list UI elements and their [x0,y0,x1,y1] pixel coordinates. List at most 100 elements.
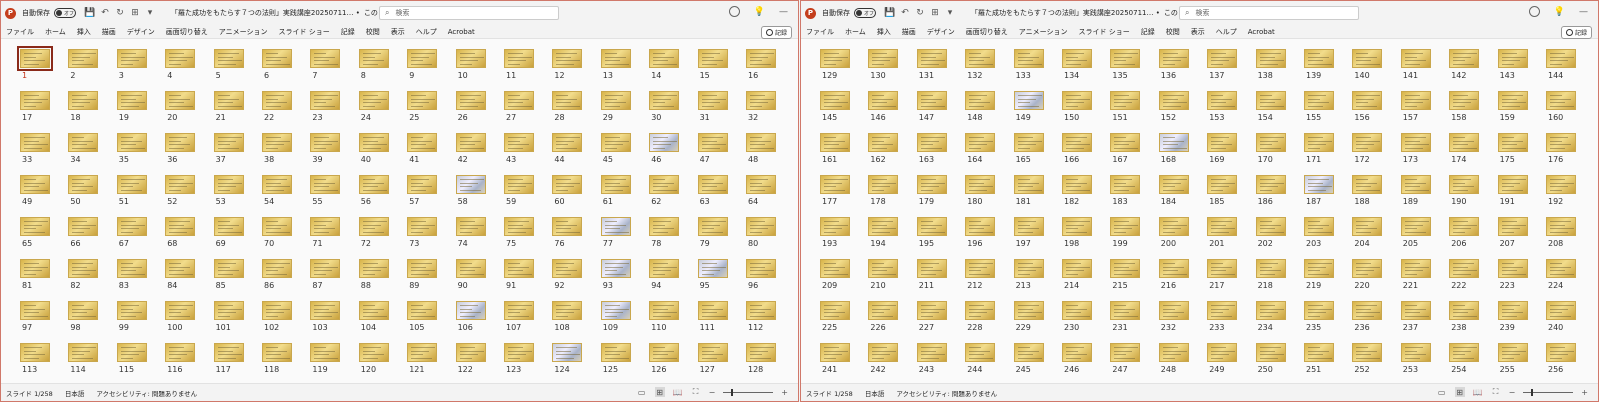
slide-thumbnail-71[interactable]: 71 [310,217,358,259]
slide-preview[interactable] [1546,259,1576,278]
slide-thumbnail-70[interactable]: 70 [262,217,310,259]
slide-preview[interactable] [1304,301,1334,320]
slide-thumbnail-20[interactable]: 20 [165,91,213,133]
slide-thumbnail-209[interactable]: 209 [820,259,868,301]
slide-thumbnail-117[interactable]: 117 [213,343,262,385]
slide-preview[interactable] [1158,217,1189,236]
slide-thumbnail-82[interactable]: 82 [68,259,116,301]
slide-preview[interactable] [552,259,583,278]
slide-preview[interactable] [746,217,776,236]
slide-preview[interactable] [262,217,292,236]
slide-thumbnail-68[interactable]: 68 [165,217,213,259]
slide-thumbnail-218[interactable]: 218 [1255,259,1304,301]
slide-thumbnail-149[interactable]: 149 [1013,91,1062,133]
slide-preview[interactable] [1110,133,1141,152]
slide-thumbnail-236[interactable]: 236 [1352,301,1400,343]
slide-preview[interactable] [1352,49,1383,68]
zoom-out-icon[interactable]: − [709,388,716,397]
search-box[interactable]: ⌕ 検索 [1179,6,1359,20]
slide-preview[interactable] [600,217,631,236]
slide-preview[interactable] [697,343,728,362]
slide-thumbnail-103[interactable]: 103 [310,301,358,343]
slide-preview[interactable] [965,133,996,152]
slide-thumbnail-41[interactable]: 41 [407,133,455,175]
slide-preview[interactable] [965,259,996,278]
slide-preview[interactable] [407,343,438,362]
slide-thumbnail-65[interactable]: 65 [20,217,68,259]
slideshow-view-icon[interactable]: ⛶ [1491,387,1501,397]
slide-thumbnail-83[interactable]: 83 [116,259,165,301]
slide-preview[interactable] [1400,301,1431,320]
slide-thumbnail-92[interactable]: 92 [552,259,600,301]
slide-preview[interactable] [310,301,341,320]
slide-thumbnail-237[interactable]: 237 [1400,301,1449,343]
slide-preview[interactable] [820,217,850,236]
slide-thumbnail-123[interactable]: 123 [504,343,552,385]
slide-thumbnail-168[interactable]: 168 [1158,133,1207,175]
slide-thumbnail-77[interactable]: 77 [600,217,649,259]
slide-preview[interactable] [407,259,438,278]
slide-thumbnail-115[interactable]: 115 [116,343,165,385]
slide-thumbnail-98[interactable]: 98 [68,301,116,343]
slide-thumbnail-184[interactable]: 184 [1158,175,1207,217]
slide-thumbnail-51[interactable]: 51 [116,175,165,217]
slide-thumbnail-102[interactable]: 102 [262,301,310,343]
slide-thumbnail-5[interactable]: 5 [213,49,262,91]
redo-icon[interactable]: ↻ [914,8,926,18]
slide-preview[interactable] [116,91,147,110]
slide-thumbnail-30[interactable]: 30 [649,91,697,133]
record-button[interactable]: 記録 [760,26,792,39]
slide-thumbnail-204[interactable]: 204 [1352,217,1400,259]
slide-thumbnail-133[interactable]: 133 [1013,49,1062,91]
tab-11[interactable]: ヘルプ [416,27,437,37]
slide-preview[interactable] [310,175,341,194]
slide-thumbnail-181[interactable]: 181 [1013,175,1062,217]
slide-thumbnail-240[interactable]: 240 [1546,301,1594,343]
slide-thumbnail-192[interactable]: 192 [1546,175,1594,217]
slide-thumbnail-66[interactable]: 66 [68,217,116,259]
slide-thumbnail-173[interactable]: 173 [1400,133,1449,175]
slide-thumbnail-201[interactable]: 201 [1207,217,1255,259]
language-indicator[interactable]: 日本語 [65,388,85,398]
slide-thumbnail-166[interactable]: 166 [1062,133,1110,175]
slide-thumbnail-95[interactable]: 95 [697,259,746,301]
slide-preview[interactable] [868,49,899,68]
document-title[interactable]: 「羅た成功をもたらす７つの法則」実践講座20250711… • [971,8,1160,18]
slide-preview[interactable] [68,343,99,362]
slide-thumbnail-23[interactable]: 23 [310,91,358,133]
slide-preview[interactable] [68,259,99,278]
slide-preview[interactable] [68,133,99,152]
slide-preview[interactable] [1062,91,1092,110]
tab-6[interactable]: アニメーション [219,27,268,37]
slide-preview[interactable] [68,91,99,110]
slide-thumbnail-131[interactable]: 131 [916,49,965,91]
slide-preview[interactable] [1400,343,1431,362]
slide-preview[interactable] [262,301,292,320]
zoom-slider-knob[interactable] [731,388,734,396]
slide-thumbnail-122[interactable]: 122 [455,343,504,385]
slide-preview[interactable] [262,259,292,278]
slide-thumbnail-252[interactable]: 252 [1352,343,1400,385]
slide-thumbnail-101[interactable]: 101 [213,301,262,343]
autosave-toggle[interactable]: オフ [54,8,76,18]
slide-preview[interactable] [1546,91,1576,110]
slide-preview[interactable] [504,343,534,362]
slide-thumbnail-230[interactable]: 230 [1062,301,1110,343]
slide-thumbnail-96[interactable]: 96 [746,259,794,301]
slide-thumbnail-109[interactable]: 109 [600,301,649,343]
slide-preview[interactable] [1255,301,1286,320]
slide-thumbnail-108[interactable]: 108 [552,301,600,343]
slide-preview[interactable] [552,217,583,236]
slide-preview[interactable] [165,91,196,110]
slide-thumbnail-25[interactable]: 25 [407,91,455,133]
slide-preview[interactable] [916,49,947,68]
slide-thumbnail-179[interactable]: 179 [916,175,965,217]
slide-preview[interactable] [1449,175,1480,194]
slide-thumbnail-248[interactable]: 248 [1158,343,1207,385]
slide-thumbnail-112[interactable]: 112 [746,301,794,343]
slide-thumbnail-55[interactable]: 55 [310,175,358,217]
slide-thumbnail-27[interactable]: 27 [504,91,552,133]
slide-thumbnail-246[interactable]: 246 [1062,343,1110,385]
slide-preview[interactable] [649,175,680,194]
slide-preview[interactable] [116,343,147,362]
